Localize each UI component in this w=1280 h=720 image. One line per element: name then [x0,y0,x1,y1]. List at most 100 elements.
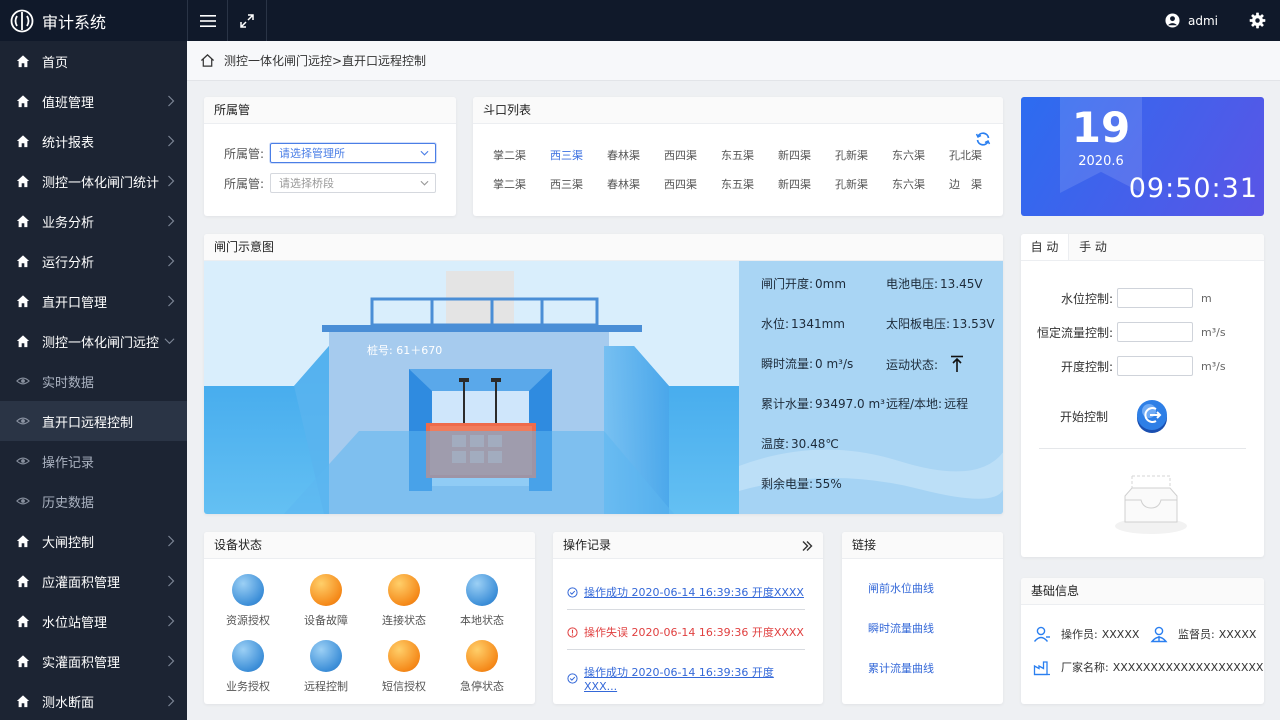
sidebar-item-big-gate[interactable]: 大闸控制 [0,521,187,561]
factory-icon [1033,661,1050,676]
channel-item[interactable]: 东六渠 [892,176,949,192]
control-tabs: 自 动 手 动 [1021,234,1264,261]
reading-solar: 太阳板电压: 13.53V [886,317,995,331]
sidebar-item-gate-remote[interactable]: 测控一体化闸门远控 [0,321,187,361]
device-status-label: 资源授权 [226,614,270,627]
check-circle-icon [567,673,578,684]
link-flow-curve[interactable]: 瞬时流量曲线 [868,620,934,636]
device-status-label: 远程控制 [304,680,348,693]
link-level-curve[interactable]: 闸前水位曲线 [868,580,934,596]
sidebar-item-label: 直开口管理 [42,295,108,311]
channel-list-card: 斗口列表 掌二渠 西三渠 春林渠 西四渠 东五渠 新四渠 孔新渠 东六渠 孔北渠 掌二渠 西三渠 春林… [473,97,1003,216]
chevron-right-icon [168,655,175,667]
control-card: 自 动 手 动 水位控制: m 恒定流量控制: m³/s 开度控制: m³/s … [1021,234,1264,557]
channel-item[interactable]: 新四渠 [778,176,835,192]
channel-item[interactable]: 边 渠 [949,176,1003,192]
reading-temp: 温度: 30.48℃ [761,437,839,451]
channel-item[interactable]: 春林渠 [607,147,664,163]
sidebar-item-outlet-remote[interactable]: 直开口远程控制 [0,401,187,441]
double-chevron-right-icon[interactable] [801,540,813,552]
sidebar-item-actual-area[interactable]: 实灌面积管理 [0,641,187,681]
channel-item[interactable]: 孔新渠 [835,147,892,163]
filter-card-title: 所属管 [204,97,456,124]
refresh-icon[interactable] [975,131,991,147]
operator-value: XXXXX [1101,627,1140,641]
app-title: 审计系统 [42,12,107,32]
chevron-right-icon [168,575,175,587]
section-select[interactable]: 请选择桥段 [270,173,437,193]
sidebar-item-history[interactable]: 历史数据 [0,481,187,521]
device-status-label: 连接状态 [382,614,426,627]
channel-item[interactable]: 东六渠 [892,147,949,163]
channel-item[interactable]: 掌二渠 [493,147,550,163]
sidebar-item-realtime[interactable]: 实时数据 [0,361,187,401]
home-icon [16,135,30,148]
hamburger-icon [199,14,216,27]
channel-item[interactable]: 新四渠 [778,147,835,163]
op-log-item[interactable]: 操作成功 2020-06-14 16:39:36 开度XXX... [567,664,805,693]
channel-item[interactable]: 春林渠 [607,176,664,192]
channel-item[interactable]: 西四渠 [664,176,721,192]
channel-item[interactable]: 西四渠 [664,147,721,163]
menu-toggle-button[interactable] [187,0,227,41]
user-name: admi [1188,13,1218,28]
level-control-input[interactable] [1117,288,1193,308]
status-indicator [232,574,264,606]
sidebar-item-home[interactable]: 首页 [0,41,187,81]
sidebar-item-operation[interactable]: 运行分析 [0,241,187,281]
sidebar-item-gate-stats[interactable]: 测控一体化闸门统计 [0,161,187,201]
reading-flow: 瞬时流量: 0 m³/s [761,357,854,371]
tab-auto[interactable]: 自 动 [1021,234,1069,260]
tab-manual[interactable]: 手 动 [1069,234,1117,260]
channel-item[interactable]: 东五渠 [721,147,778,163]
stake-number: 桩号: 61＋670 [367,343,442,357]
reading-total: 累计水量: 93497.0 m³ [761,397,885,411]
home-icon [16,695,30,708]
gear-icon[interactable] [1249,12,1266,29]
device-status-item: 业务授权 [212,640,284,694]
device-status-label: 短信授权 [382,680,426,693]
link-total-curve[interactable]: 累计流量曲线 [868,660,934,676]
sidebar-item-irrigation-area[interactable]: 应灌面积管理 [0,561,187,601]
user-menu[interactable]: admi [1165,0,1218,41]
fullscreen-button[interactable] [227,0,267,41]
sidebar-item-label: 业务分析 [42,215,95,231]
chevron-down-icon [420,150,429,156]
open-control-label: 开度控制: [1060,359,1113,374]
home-icon [16,55,30,68]
start-control-label: 开始控制 [1060,410,1109,424]
start-control-button[interactable] [1134,398,1170,434]
office-select[interactable]: 请选择管理所 [270,143,437,163]
sidebar-item-label: 大闸控制 [42,535,95,551]
device-status-item: 连接状态 [368,574,440,628]
home-icon [16,175,30,188]
channel-item[interactable]: 孔北渠 [949,147,1003,163]
channel-item[interactable]: 孔新渠 [835,176,892,192]
sidebar-item-outlet-mgmt[interactable]: 直开口管理 [0,281,187,321]
sidebar-item-label: 实时数据 [42,375,95,391]
chevron-right-icon [168,95,175,107]
sidebar-item-duty[interactable]: 值班管理 [0,81,187,121]
channel-item[interactable]: 西三渠 [550,147,607,163]
op-log-text: 操作失误 2020-06-14 16:39:36 开度XXXX [584,626,804,639]
sidebar-item-business[interactable]: 业务分析 [0,201,187,241]
op-log-item[interactable]: 操作失误 2020-06-14 16:39:36 开度XXXX [567,624,805,640]
flow-control-input[interactable] [1117,322,1193,342]
flow-control-unit: m³/s [1201,325,1226,339]
sidebar-item-section[interactable]: 测水断面 [0,681,187,720]
op-log-text: 操作成功 2020-06-14 16:39:36 开度XXX... [584,666,774,693]
channel-item[interactable]: 掌二渠 [493,176,550,192]
filter-row-section: 所属管: 请选择桥段 [224,173,437,193]
sidebar-item-water-station[interactable]: 水位站管理 [0,601,187,641]
basic-info-title: 基础信息 [1021,578,1264,605]
open-control-input[interactable] [1117,356,1193,376]
app-logo-icon [10,9,34,32]
home-icon[interactable] [200,53,215,68]
op-log-item[interactable]: 操作成功 2020-06-14 16:39:36 开度XXXX [567,584,805,600]
sidebar-item-label: 首页 [42,55,69,71]
channel-item[interactable]: 东五渠 [721,176,778,192]
sidebar-item-reports[interactable]: 统计报表 [0,121,187,161]
channel-item[interactable]: 西三渠 [550,176,607,192]
chevron-right-icon [168,295,175,307]
sidebar-item-op-records[interactable]: 操作记录 [0,441,187,481]
